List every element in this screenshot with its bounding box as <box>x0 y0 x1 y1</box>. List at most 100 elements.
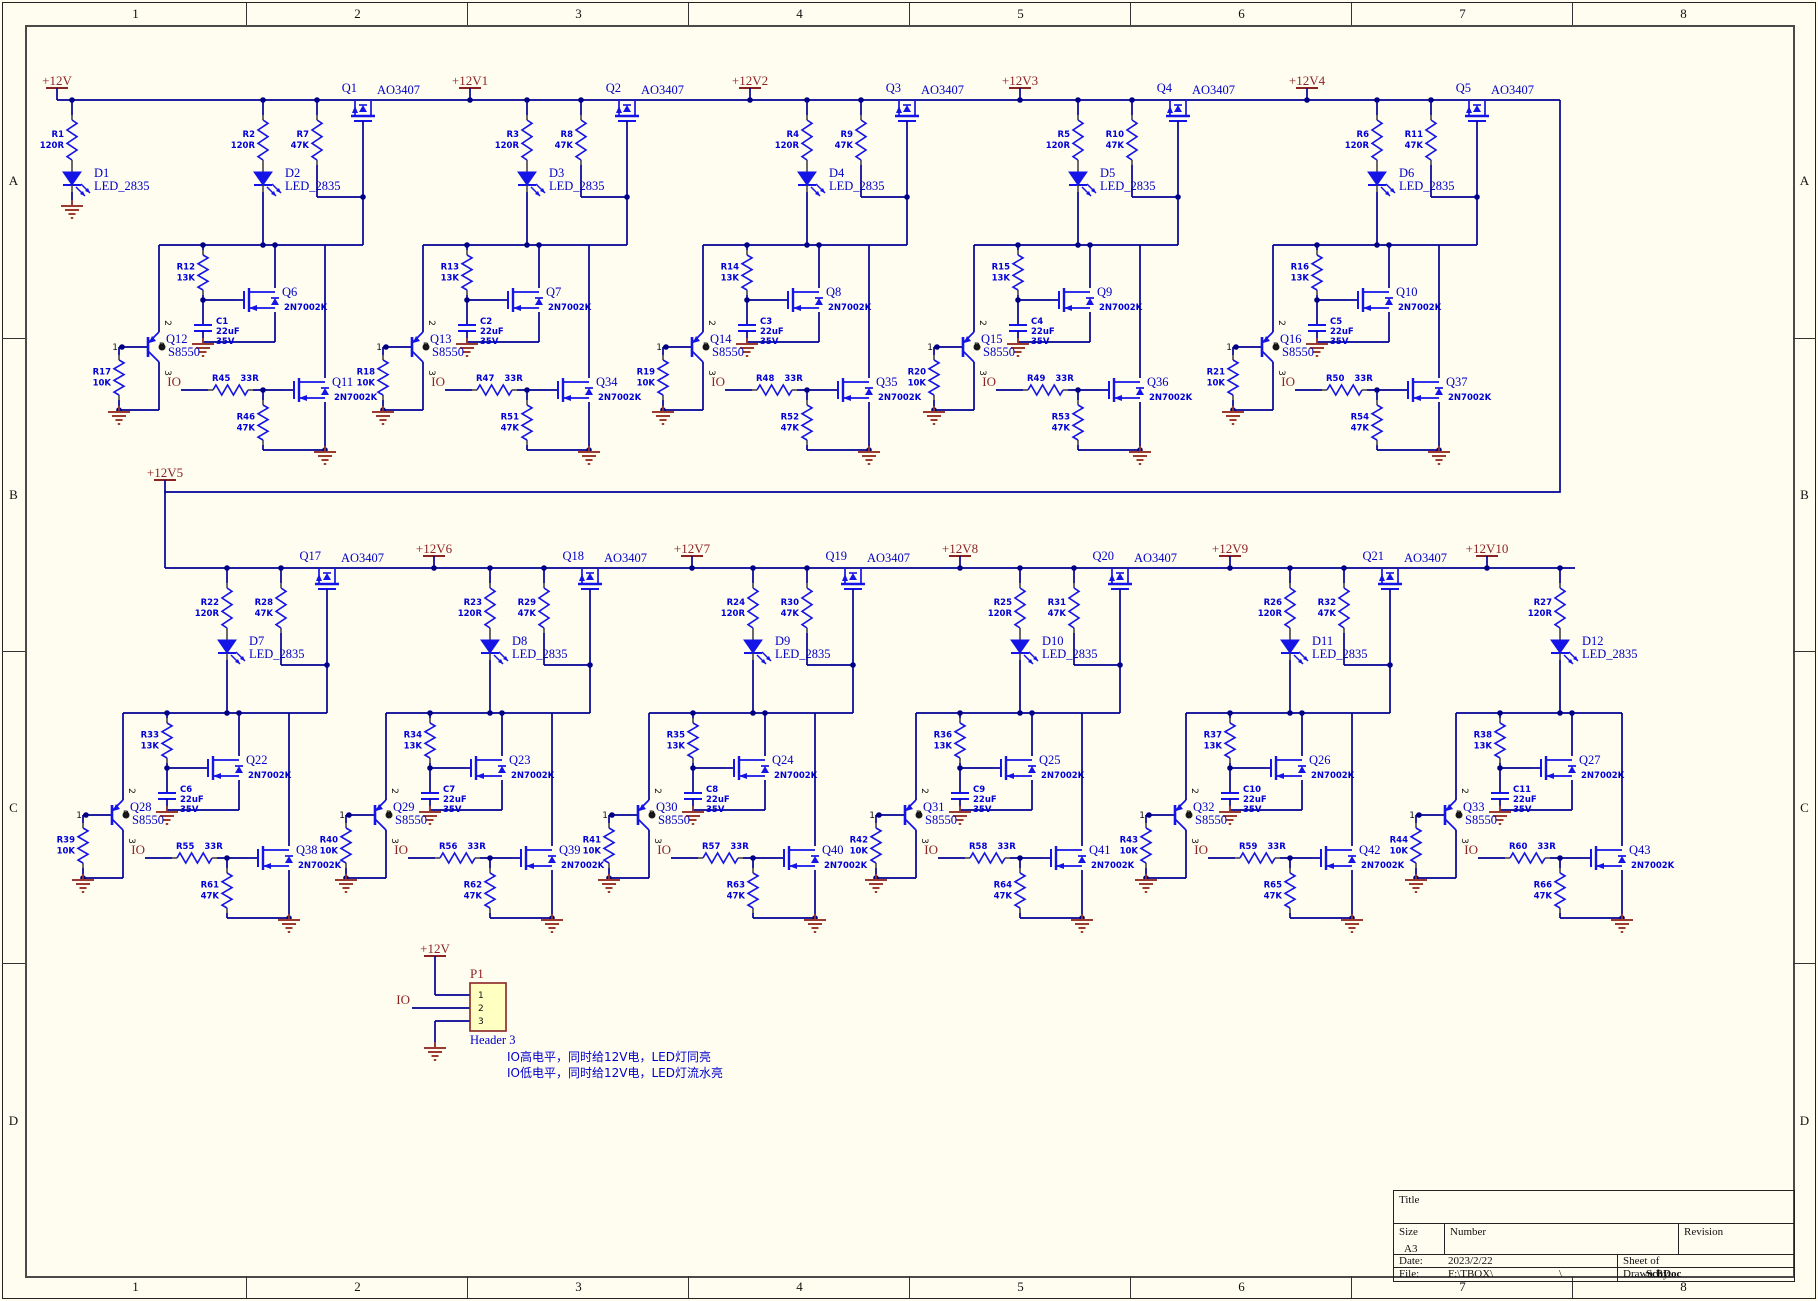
pnp-ref: Q30 <box>656 800 678 814</box>
pd-res-value: 47K <box>1052 424 1071 434</box>
pmos-ref: Q21 <box>1362 549 1384 563</box>
nmos-value: 2N7002K <box>284 303 328 313</box>
led-res-ref: R5 <box>1058 130 1071 140</box>
pd-res-value: 47K <box>1534 892 1553 902</box>
pd-res-value: 47K <box>464 892 483 902</box>
cap-v1: 22uF <box>1031 327 1055 337</box>
cap-v1: 22uF <box>1513 795 1537 805</box>
pullup-res-value: 47K <box>291 141 310 151</box>
led-triangle <box>1368 172 1386 185</box>
led-value: LED_2835 <box>775 647 831 661</box>
cap-v1: 22uF <box>706 795 730 805</box>
io-net-label: IO <box>394 842 408 857</box>
pnp-pin1: 1 <box>927 343 933 353</box>
bias-res-ref: R16 <box>1291 263 1309 273</box>
base-res-value: 10K <box>637 379 656 389</box>
pnp-value: S8550 <box>983 345 1015 359</box>
led-value: LED_2835 <box>1042 647 1098 661</box>
io-res-value: 33R <box>784 374 803 384</box>
bias-res-value: 13K <box>934 742 953 752</box>
io-nmos-ref: Q41 <box>1089 843 1111 857</box>
connector-body <box>470 983 506 1031</box>
io-nmos-ref: Q38 <box>296 843 318 857</box>
led-res-value: 120R <box>721 609 746 619</box>
cap-ref: C4 <box>1031 317 1043 327</box>
cap-ref: C6 <box>180 785 192 795</box>
pnp-value: S8550 <box>925 813 957 827</box>
pnp-ref: Q29 <box>393 800 415 814</box>
io-net-label: IO <box>167 374 181 389</box>
led-ref: D2 <box>285 166 300 180</box>
pnp-b-marker: B <box>1186 810 1192 820</box>
bias-res-value: 13K <box>441 274 460 284</box>
pnp-value: S8550 <box>1465 813 1497 827</box>
stage-+12V: +12VR2120RD2LED_2835R747KQ1AO3407R1213KQ… <box>42 73 420 464</box>
pd-res-value: 47K <box>781 424 800 434</box>
led-res-ref: R3 <box>507 130 520 140</box>
connector-pin-3: 3 <box>478 1017 484 1027</box>
base-res-ref: R40 <box>320 836 338 846</box>
led-ref: D3 <box>549 166 564 180</box>
pd-res-ref: R61 <box>201 881 219 891</box>
led-triangle <box>1551 640 1569 653</box>
led-res-value: 120R <box>231 141 256 151</box>
pullup-res-value: 47K <box>255 609 274 619</box>
junction-dot <box>1484 565 1490 571</box>
note-line-2: IO低电平，同时给12V电，LED灯流水亮 <box>507 1065 723 1081</box>
first-led-res-value: 120R <box>40 141 65 151</box>
led-res-value: 120R <box>988 609 1013 619</box>
io-res-ref: R59 <box>1239 842 1257 852</box>
cap-v1: 22uF <box>180 795 204 805</box>
led-value: LED_2835 <box>549 179 605 193</box>
pnp-pin2: 2 <box>1276 320 1286 326</box>
cap-ref: C9 <box>973 785 985 795</box>
pnp-ref: Q31 <box>923 800 945 814</box>
pmos-ref: Q17 <box>299 549 321 563</box>
connector-pin-2: 2 <box>478 1004 484 1014</box>
nmos-value: 2N7002K <box>1311 771 1355 781</box>
io-res-value: 33R <box>240 374 259 384</box>
led-value: LED_2835 <box>1100 179 1156 193</box>
bias-res-value: 13K <box>1474 742 1493 752</box>
led-value: LED_2835 <box>829 179 885 193</box>
led-triangle <box>518 172 536 185</box>
connector-power-label: +12V <box>420 941 450 956</box>
size-label: Size <box>1399 1226 1418 1238</box>
schematic-canvas: +12V5R1120RD1LED_2835+12VR2120RD2LED_283… <box>0 0 1818 1301</box>
pd-res-ref: R65 <box>1264 881 1282 891</box>
nmos-ref: Q8 <box>826 285 841 299</box>
cap-v2: 35V <box>1031 337 1050 347</box>
pnp-pin2: 2 <box>426 320 436 326</box>
pnp-b-marker: B <box>916 810 922 820</box>
power-net-+12V4: +12V4 <box>1289 73 1326 88</box>
connector-pin-1: 1 <box>478 991 484 1001</box>
junction-dot <box>1374 242 1380 248</box>
io-nmos-ref: Q36 <box>1147 375 1169 389</box>
led-res-ref: R24 <box>727 598 745 608</box>
pd-res-ref: R46 <box>237 413 255 423</box>
led-triangle <box>744 640 762 653</box>
led-triangle <box>481 640 499 653</box>
io-nmos-ref: Q43 <box>1629 843 1651 857</box>
led-res-value: 120R <box>1345 141 1370 151</box>
pnp-pin1: 1 <box>76 811 82 821</box>
power-net-+12V9: +12V9 <box>1212 541 1248 556</box>
power-net-+12V7: +12V7 <box>674 541 711 556</box>
base-res-ref: R19 <box>637 368 655 378</box>
io-nmos-value: 2N7002K <box>334 393 378 403</box>
schematic-page: { "sheet": { "background": "#FFFCF0", "w… <box>0 0 1818 1301</box>
first-led-branch: R1120RD1LED_2835 <box>40 97 150 218</box>
base-res-value: 10K <box>93 379 112 389</box>
nmos-ref: Q9 <box>1097 285 1112 299</box>
power-net-+12V3: +12V3 <box>1002 73 1038 88</box>
bias-res-value: 13K <box>1204 742 1223 752</box>
led-value: LED_2835 <box>1399 179 1455 193</box>
pnp-value: S8550 <box>432 345 464 359</box>
pnp-b-marker: B <box>1273 342 1279 352</box>
led-value: LED_2835 <box>1312 647 1368 661</box>
led-triangle <box>63 172 81 185</box>
bias-res-value: 13K <box>1291 274 1310 284</box>
led-triangle <box>1281 640 1299 653</box>
pmos-value: AO3407 <box>341 551 384 565</box>
base-res-ref: R42 <box>850 836 868 846</box>
